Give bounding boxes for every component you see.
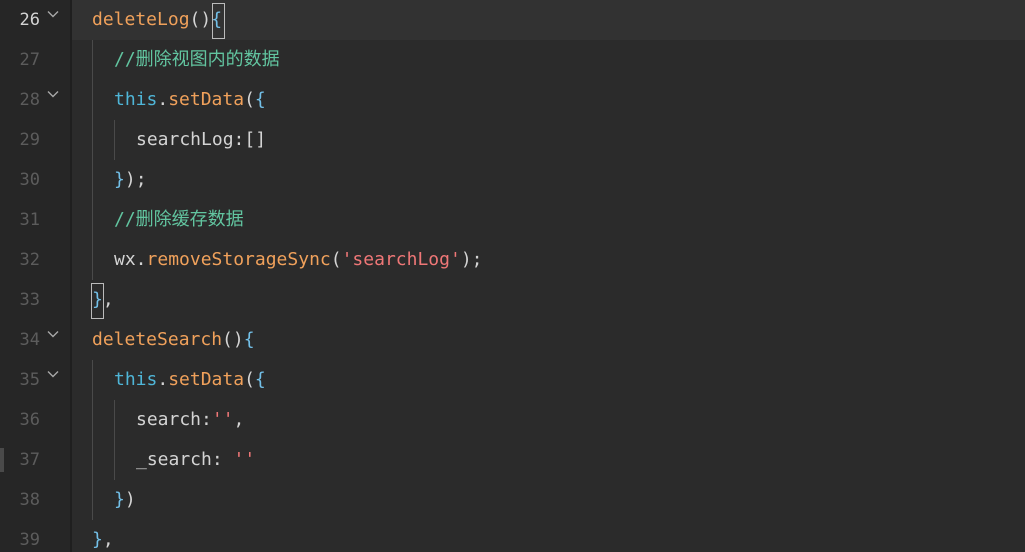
code-line[interactable]: deleteLog(){ (92, 0, 222, 40)
code-token: removeStorageSync (146, 249, 331, 270)
code-token: wx. (114, 249, 147, 270)
gutter-marker (0, 448, 4, 472)
code-token: this (114, 369, 158, 390)
code-line[interactable]: }) (114, 480, 136, 520)
line-number: 30 (19, 170, 40, 190)
line-number: 33 (19, 290, 40, 310)
bracket-match-box (212, 3, 225, 39)
code-token: , (233, 409, 245, 430)
code-token: , (102, 289, 114, 310)
line-number: 34 (19, 330, 40, 350)
code-token: { (243, 329, 255, 350)
code-line[interactable]: searchLog:[] (136, 120, 266, 160)
code-line[interactable]: search:'', (136, 400, 244, 440)
line-number: 26 (19, 10, 40, 30)
code-token: //删除缓存数据 (114, 209, 244, 230)
line-number: 28 (19, 90, 40, 110)
line-number: 39 (19, 530, 40, 550)
code-token: setData (168, 89, 245, 110)
code-token: } (114, 489, 125, 510)
chevron-down-icon[interactable] (47, 368, 59, 380)
chevron-down-icon[interactable] (47, 328, 59, 340)
gutter-separator (70, 0, 72, 552)
line-number: 27 (19, 50, 40, 70)
code-token: ; (135, 169, 147, 190)
code-token: 'searchLog' (341, 249, 461, 270)
code-token: this (114, 89, 158, 110)
code-token: ) (124, 169, 136, 190)
code-token: . (157, 89, 169, 110)
code-token: } (114, 169, 125, 190)
code-token: ; (471, 249, 483, 270)
code-token: searchLog:[] (136, 129, 267, 150)
code-token: _search: (136, 449, 234, 470)
code-token: deleteLog (92, 9, 190, 30)
indent-guide (92, 360, 93, 520)
code-line[interactable]: _search: '' (136, 440, 255, 480)
code-token: { (254, 369, 266, 390)
code-token: //删除视图内的数据 (114, 49, 280, 70)
line-number: 31 (19, 210, 40, 230)
code-token: ( (330, 249, 342, 270)
code-token: , (102, 529, 114, 550)
code-token: ) (124, 489, 136, 510)
code-line[interactable]: }, (92, 520, 114, 552)
line-number: 37 (19, 450, 40, 470)
code-token: () (222, 329, 244, 350)
indent-guide (92, 40, 93, 280)
code-line[interactable]: //删除缓存数据 (114, 200, 244, 240)
code-editor[interactable]: 26 deleteLog(){27//删除视图内的数据 28 this.setData… (0, 0, 1025, 552)
code-line[interactable]: wx.removeStorageSync('searchLog'); (114, 240, 483, 280)
code-token: } (92, 529, 103, 550)
code-line[interactable]: this.setData({ (114, 360, 266, 400)
code-token: search: (136, 409, 212, 430)
code-line[interactable]: }); (114, 160, 147, 200)
chevron-down-icon[interactable] (47, 8, 59, 20)
code-line[interactable]: //删除视图内的数据 (114, 40, 280, 80)
indent-guide (114, 400, 115, 480)
code-token: ) (460, 249, 472, 270)
line-number: 29 (19, 130, 40, 150)
code-token: ( (244, 369, 255, 390)
code-token: { (254, 89, 266, 110)
code-token: . (157, 369, 169, 390)
line-number: 32 (19, 250, 40, 270)
line-number: 38 (19, 490, 40, 510)
code-line[interactable]: deleteSearch(){ (92, 320, 255, 360)
code-token: '' (233, 449, 256, 470)
code-token: deleteSearch (92, 329, 223, 350)
code-token: '' (211, 409, 234, 430)
code-token: setData (168, 369, 245, 390)
code-line[interactable]: this.setData({ (114, 80, 266, 120)
chevron-down-icon[interactable] (47, 88, 59, 100)
bracket-match-box (91, 283, 104, 319)
code-token: () (189, 9, 212, 30)
indent-guide (114, 120, 115, 160)
code-token: ( (244, 89, 255, 110)
line-number: 36 (19, 410, 40, 430)
line-number: 35 (19, 370, 40, 390)
